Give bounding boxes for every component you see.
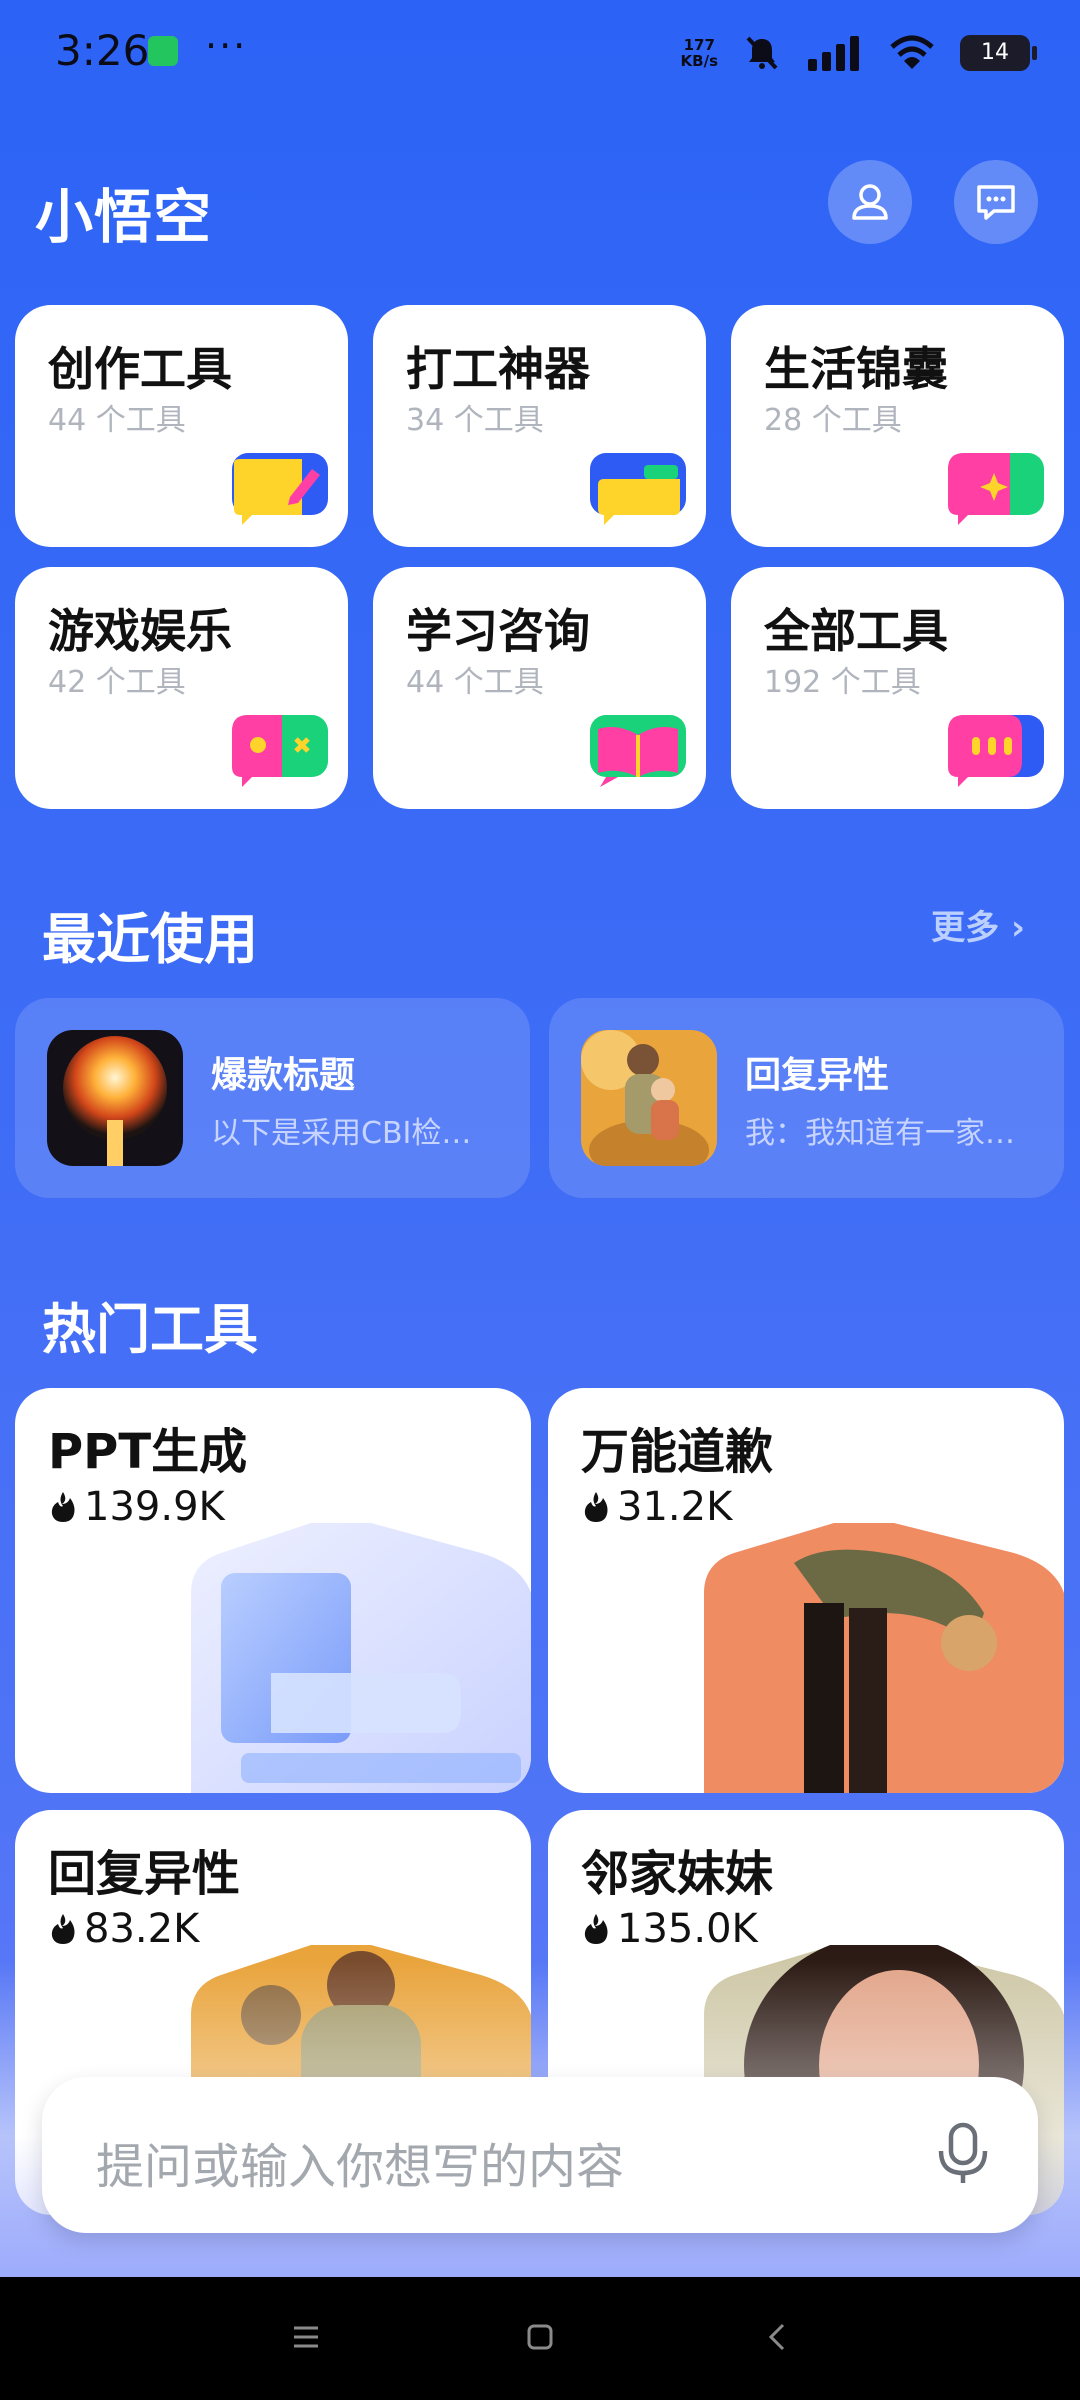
prompt-input[interactable]: 提问或输入你想写的内容 [42,2077,1038,2233]
battery-level: 14 [981,40,1009,65]
recent-item[interactable]: 回复异性 我：我知道有一家… [549,998,1064,1198]
bowing-man-image [704,1523,1064,1793]
menu-icon[interactable] [286,2317,326,2357]
category-card-work[interactable]: 打工神器 34 个工具 [373,305,706,547]
hot-tool-name: 万能道歉 [581,1424,774,1480]
more-link[interactable]: 更多 › [931,900,1025,949]
fire-icon [584,1914,608,1944]
chat-icon [977,185,1015,220]
category-card-all[interactable]: 全部工具 192 个工具 [731,567,1064,809]
game-chat-icon [232,715,328,787]
sparkle-chat-icon [948,453,1044,525]
recent-item[interactable]: 爆款标题 以下是采用CBI检… [15,998,530,1198]
category-name: 生活锦囊 [764,342,948,396]
hot-tool-card[interactable]: PPT生成 139.9K [15,1388,531,1793]
hot-tool-name: 邻家妹妹 [581,1846,774,1902]
signal-icon [808,35,859,71]
book-chat-icon [590,715,686,787]
category-card-life[interactable]: 生活锦囊 28 个工具 [731,305,1064,547]
prompt-placeholder: 提问或输入你想写的内容 [96,2139,625,2195]
battery-charging-icon: 14 [960,34,1037,71]
category-count: 192 个工具 [764,665,921,700]
recent-item-title: 回复异性 [745,1055,890,1096]
explosion-image [47,1030,183,1166]
back-chevron-icon[interactable] [758,2317,798,2357]
network-speed-value: 177 [683,35,715,54]
category-name: 全部工具 [764,604,948,658]
glass-folder-image [191,1523,531,1793]
mute-bell-icon [746,36,778,69]
category-card-games[interactable]: 游戏娱乐 42 个工具 [15,567,348,809]
category-count: 34 个工具 [406,403,544,438]
status-icons: 177 KB/s 14 [681,30,1037,75]
dots-chat-icon [948,715,1044,787]
hot-section-title: 热门工具 [42,1298,258,1361]
status-bar: 3:26 ··· 177 KB/s 14 [0,0,1080,100]
fire-icon [51,1914,75,1944]
recent-item-subtitle: 我：我知道有一家… [745,1116,1015,1151]
microphone-icon[interactable] [934,2121,992,2187]
category-name: 创作工具 [48,342,232,396]
folder-chat-icon [590,453,686,525]
category-name: 学习咨询 [406,604,590,658]
hot-tool-name: 回复异性 [48,1846,241,1902]
category-count: 42 个工具 [48,665,186,700]
recent-item-title: 爆款标题 [211,1055,356,1096]
profile-button[interactable] [828,160,912,244]
fire-icon [584,1492,608,1522]
more-dots-icon: ··· [205,24,248,68]
recent-item-subtitle: 以下是采用CBI检… [211,1116,472,1151]
category-name: 打工神器 [406,342,590,396]
status-time: 3:26 [55,26,150,75]
category-count: 28 个工具 [764,403,902,438]
category-count: 44 个工具 [406,665,544,700]
category-card-creation[interactable]: 创作工具 44 个工具 [15,305,348,547]
category-name: 游戏娱乐 [48,604,232,658]
hot-tool-name: PPT生成 [48,1424,248,1480]
messages-button[interactable] [954,160,1038,244]
user-icon [852,184,888,220]
couple-image [581,1030,717,1166]
network-speed: 177 KB/s [681,37,718,69]
app-title: 小悟空 [35,183,213,251]
pencil-chat-icon [232,453,328,525]
network-speed-unit: KB/s [680,51,718,70]
hot-tool-card[interactable]: 万能道歉 31.2K [548,1388,1064,1793]
category-card-study[interactable]: 学习咨询 44 个工具 [373,567,706,809]
home-square-icon[interactable] [520,2317,560,2357]
category-count: 44 个工具 [48,403,186,438]
fire-icon [51,1492,75,1522]
wifi-icon [890,35,934,69]
shield-check-icon [148,36,178,66]
system-nav-bar [0,2277,1080,2400]
recent-section-title: 最近使用 [42,908,258,971]
